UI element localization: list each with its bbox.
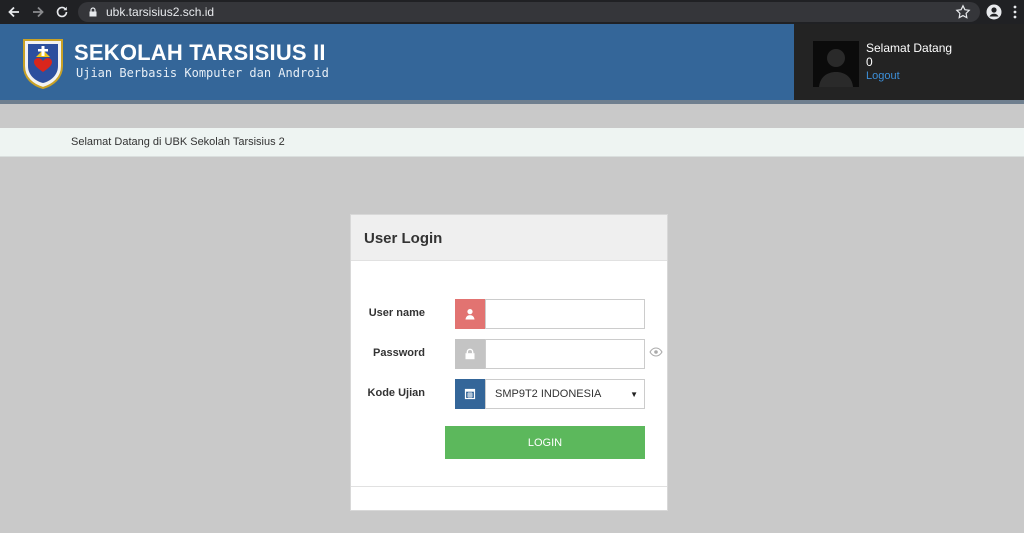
user-icon: [455, 299, 485, 329]
welcome-marquee: Selamat Datang di UBK Sekolah Tarsisius …: [0, 128, 1024, 157]
username-label: User name: [368, 307, 425, 319]
header-divider: [0, 100, 1024, 104]
address-bar[interactable]: ubk.tarsisius2.sch.id: [78, 2, 980, 22]
url-text: ubk.tarsisius2.sch.id: [106, 5, 215, 19]
password-input[interactable]: [485, 339, 645, 369]
account-icon[interactable]: [986, 4, 1002, 20]
reload-icon[interactable]: [52, 2, 72, 22]
lock-field-icon: [455, 339, 485, 369]
school-logo-icon: [23, 39, 63, 90]
exam-code-selected: SMP9T2 INDONESIA: [495, 388, 602, 400]
site-subtitle: Ujian Berbasis Komputer dan Android: [76, 66, 329, 80]
exam-code-select[interactable]: SMP9T2 INDONESIA ▼: [485, 379, 645, 409]
lock-icon: [89, 7, 97, 17]
forward-icon[interactable]: [28, 2, 48, 22]
welcome-text: Selamat Datang: [866, 41, 953, 55]
login-title: User Login: [364, 230, 443, 247]
chevron-down-icon: ▼: [630, 390, 638, 399]
login-panel: User Login User name Password Kode Ujian…: [350, 214, 668, 511]
site-header: SEKOLAH TARSISIUS II Ujian Berbasis Komp…: [0, 24, 1024, 103]
password-label: Password: [373, 347, 425, 359]
login-header: User Login: [351, 215, 667, 261]
marquee-text: Selamat Datang di UBK Sekolah Tarsisius …: [71, 136, 285, 148]
browser-toolbar: ubk.tarsisius2.sch.id: [0, 0, 1024, 24]
site-title: SEKOLAH TARSISIUS II: [74, 40, 326, 65]
star-icon[interactable]: [955, 4, 971, 20]
logout-link[interactable]: Logout: [866, 70, 900, 82]
avatar: [813, 41, 859, 87]
exam-code-label: Kode Ujian: [367, 387, 425, 399]
back-icon[interactable]: [4, 2, 24, 22]
user-name-value: 0: [866, 55, 873, 69]
menu-icon[interactable]: [1012, 4, 1018, 20]
login-button[interactable]: LOGIN: [445, 426, 645, 459]
login-footer-divider: [351, 486, 667, 487]
calendar-icon: [455, 379, 485, 409]
show-password-icon[interactable]: [649, 347, 663, 357]
user-panel: Selamat Datang 0 Logout: [794, 24, 1024, 103]
username-input[interactable]: [485, 299, 645, 329]
user-silhouette-icon: [819, 49, 853, 87]
